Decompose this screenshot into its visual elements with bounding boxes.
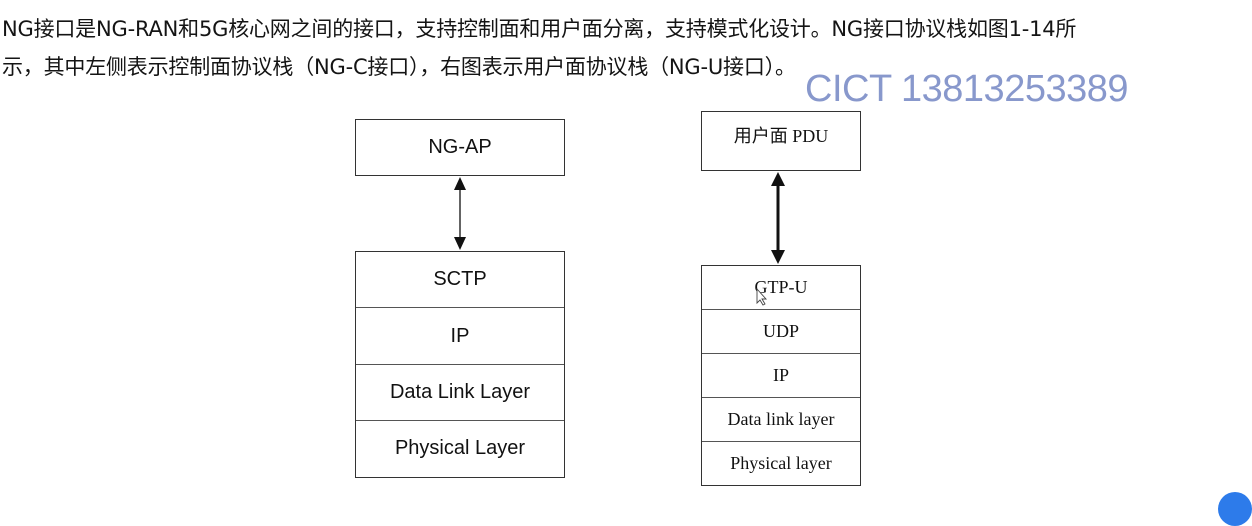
connector-arrows	[454, 172, 785, 306]
user-plane-arrow	[771, 172, 785, 264]
floating-assistant-icon[interactable]	[1218, 492, 1252, 526]
mouse-cursor-icon	[756, 287, 768, 306]
control-plane-arrow	[454, 177, 466, 250]
